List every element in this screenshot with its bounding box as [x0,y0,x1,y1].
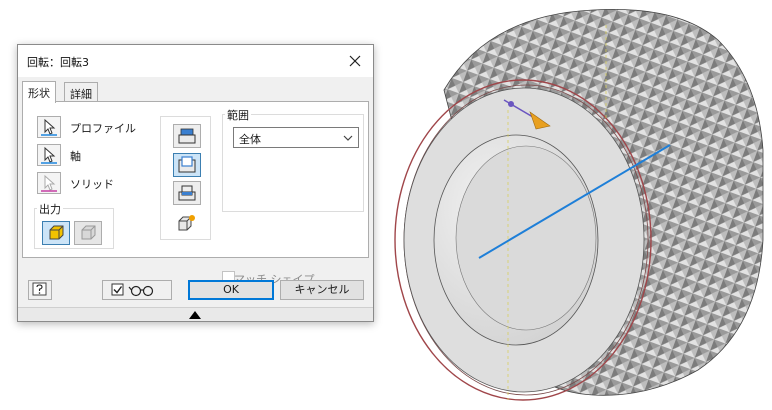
profile-select-button[interactable] [37,116,61,138]
extent-selected-value: 全体 [239,133,261,146]
help-button[interactable] [28,280,52,300]
cancel-button[interactable]: キャンセル [280,280,364,300]
join-button[interactable] [173,124,201,148]
profile-selector[interactable]: プロファイル [37,116,157,140]
help-icon [32,282,47,296]
expand-footer[interactable] [18,307,373,321]
knurled-ring-model [394,9,764,401]
axis-selector[interactable]: 軸 [37,144,157,168]
axis-label: 軸 [70,150,81,163]
operation-group [160,116,211,240]
dialog-title: 回転：回転3 [27,56,89,69]
cut-button[interactable] [173,153,201,177]
join-icon [178,128,196,144]
output-group-title: 出力 [37,201,63,217]
new-solid-button[interactable] [173,212,201,236]
cursor-select-icon [41,118,57,136]
chevron-down-icon [343,135,353,141]
solid-selector: ソリッド [37,172,157,196]
preview-toggle[interactable] [102,280,172,300]
triangle-up-icon[interactable] [188,310,202,320]
model-viewport[interactable] [378,0,772,407]
dialog-titlebar[interactable]: 回転：回転3 [18,45,373,77]
output-group: 出力 [34,201,114,249]
extent-group: 範囲 全体 [222,107,364,212]
solid-label: ソリッド [70,178,114,191]
surface-output-icon [81,225,96,240]
revolve-dialog: 回転：回転3 形状 詳細 プロファイル 軸 ソリッド 出力 範囲 全体 マッチ … [17,44,374,322]
profile-label: プロファイル [70,122,136,135]
cursor-select-icon [41,174,57,192]
cursor-select-icon [41,146,57,164]
ok-button[interactable]: OK [188,280,274,300]
extent-group-title: 範囲 [225,107,251,123]
shape-tab-panel: プロファイル 軸 ソリッド 出力 範囲 全体 [22,101,369,284]
intersect-button[interactable] [173,181,201,205]
axis-select-button[interactable] [37,144,61,166]
extent-dropdown[interactable]: 全体 [233,127,359,148]
glasses-icon [111,283,154,297]
intersect-icon [178,185,196,201]
close-icon[interactable] [343,49,367,73]
new-solid-icon [178,215,195,231]
solid-select-button [37,172,61,194]
tab-shape[interactable]: 形状 [22,81,56,103]
surface-output-button[interactable] [74,221,102,245]
tab-strip: 形状 詳細 [22,81,372,103]
solid-output-icon [49,225,64,240]
tab-more[interactable]: 詳細 [64,82,98,103]
solid-output-button[interactable] [42,221,70,245]
cut-icon [178,156,196,173]
